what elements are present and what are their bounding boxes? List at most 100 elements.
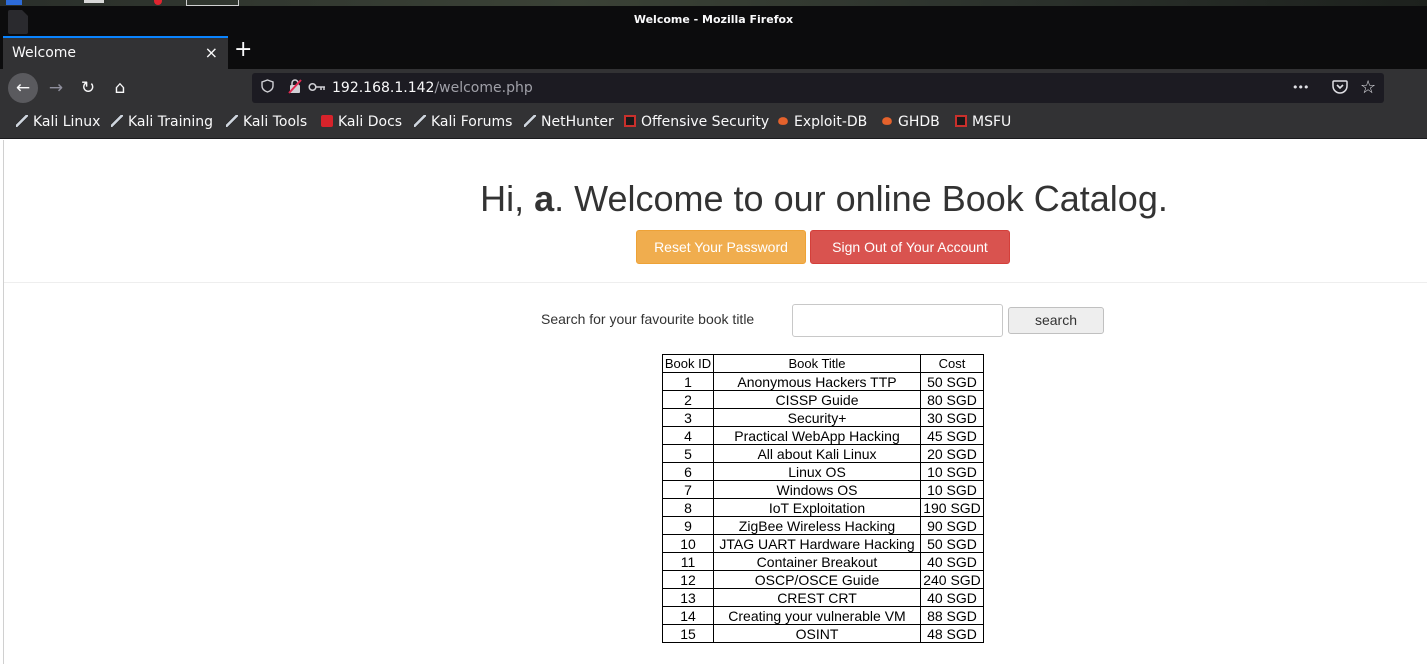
- forward-button[interactable]: →: [41, 73, 71, 103]
- os-app-icon[interactable]: [154, 0, 162, 5]
- book-id-cell: 5: [662, 444, 714, 463]
- os-app-icon[interactable]: [6, 0, 22, 5]
- tab-strip: Welcome × +: [0, 34, 1427, 69]
- table-row: 15 OSINT 48 SGD: [662, 624, 984, 643]
- bookmark-kali-training[interactable]: Kali Training: [111, 114, 213, 130]
- book-cost-cell: 30 SGD: [920, 408, 984, 427]
- bookmark-ghdb[interactable]: GHDB: [881, 114, 940, 130]
- book-id-cell: 3: [662, 408, 714, 427]
- table-row: 7 Windows OS 10 SGD: [662, 480, 984, 499]
- book-cost-cell: 20 SGD: [920, 444, 984, 463]
- book-id-cell: 15: [662, 624, 714, 643]
- table-row: 4 Practical WebApp Hacking 45 SGD: [662, 426, 984, 445]
- insecure-lock-icon[interactable]: [288, 73, 302, 103]
- book-title-cell: Creating your vulnerable VM: [713, 606, 921, 625]
- book-cost-cell: 48 SGD: [920, 624, 984, 643]
- exploitdb-icon: [882, 117, 892, 125]
- book-title-cell: Security+: [713, 408, 921, 427]
- kali-dragon-icon: [524, 115, 536, 127]
- bookmark-offensive-security[interactable]: Offensive Security: [624, 114, 769, 130]
- url-text[interactable]: 192.168.1.142/welcome.php: [332, 80, 533, 96]
- book-title-cell: JTAG UART Hardware Hacking: [713, 534, 921, 553]
- book-id-cell: 2: [662, 390, 714, 409]
- offsec-icon: [955, 115, 967, 127]
- book-cost-cell: 190 SGD: [920, 498, 984, 517]
- table-row: 10 JTAG UART Hardware Hacking 50 SGD: [662, 534, 984, 553]
- book-id-cell: 1: [662, 372, 714, 391]
- page-title: Hi, a. Welcome to our online Book Catalo…: [480, 178, 1168, 219]
- sign-out-button[interactable]: Sign Out of Your Account: [810, 230, 1010, 264]
- table-row: 6 Linux OS 10 SGD: [662, 462, 984, 481]
- bookmark-star-icon[interactable]: ☆: [1360, 73, 1376, 103]
- column-header: Cost: [920, 354, 984, 373]
- kali-dragon-icon: [414, 115, 426, 127]
- table-row: 1 Anonymous Hackers TTP 50 SGD: [662, 372, 984, 391]
- bookmark-kali-forums[interactable]: Kali Forums: [414, 114, 512, 130]
- bookmark-nethunter[interactable]: NetHunter: [524, 114, 614, 130]
- book-id-cell: 8: [662, 498, 714, 517]
- table-row: 2 CISSP Guide 80 SGD: [662, 390, 984, 409]
- table-row: 8 IoT Exploitation 190 SGD: [662, 498, 984, 517]
- table-row: 11 Container Breakout 40 SGD: [662, 552, 984, 571]
- home-button[interactable]: ⌂: [105, 73, 135, 103]
- table-row: 13 CREST CRT 40 SGD: [662, 588, 984, 607]
- book-cost-cell: 240 SGD: [920, 570, 984, 589]
- back-button[interactable]: ←: [8, 73, 38, 103]
- kali-dragon-icon: [226, 115, 238, 127]
- book-title-cell: Windows OS: [713, 480, 921, 499]
- kali-docs-icon: [321, 115, 333, 127]
- bookmark-kali-linux[interactable]: Kali Linux: [16, 114, 100, 130]
- book-id-cell: 4: [662, 426, 714, 445]
- url-path: /welcome.php: [434, 80, 533, 96]
- url-bar[interactable]: 192.168.1.142/welcome.php ••• ☆: [252, 73, 1384, 103]
- kali-dragon-icon: [16, 115, 28, 127]
- book-id-cell: 14: [662, 606, 714, 625]
- book-title-cell: ZigBee Wireless Hacking: [713, 516, 921, 535]
- book-title-cell: Container Breakout: [713, 552, 921, 571]
- bookmarks-toolbar: Kali Linux Kali Training Kali Tools Kali…: [0, 107, 1427, 139]
- book-cost-cell: 50 SGD: [920, 372, 984, 391]
- book-id-cell: 9: [662, 516, 714, 535]
- pocket-icon[interactable]: [1332, 73, 1348, 103]
- page-content: Hi, a. Welcome to our online Book Catalo…: [3, 140, 1427, 664]
- tab-welcome[interactable]: Welcome ×: [3, 36, 228, 69]
- book-cost-cell: 50 SGD: [920, 534, 984, 553]
- book-id-cell: 13: [662, 588, 714, 607]
- book-title-cell: IoT Exploitation: [713, 498, 921, 517]
- book-title-cell: CISSP Guide: [713, 390, 921, 409]
- exploitdb-icon: [778, 117, 788, 125]
- table-row: 9 ZigBee Wireless Hacking 90 SGD: [662, 516, 984, 535]
- book-cost-cell: 88 SGD: [920, 606, 984, 625]
- bookmark-kali-docs[interactable]: Kali Docs: [321, 114, 402, 130]
- book-title-cell: OSINT: [713, 624, 921, 643]
- close-icon[interactable]: ×: [205, 43, 218, 62]
- book-cost-cell: 90 SGD: [920, 516, 984, 535]
- shield-icon[interactable]: [261, 73, 274, 103]
- key-icon[interactable]: [308, 73, 326, 103]
- reload-button[interactable]: ↻: [73, 73, 103, 103]
- column-header: Book ID: [662, 354, 714, 373]
- page-actions-icon[interactable]: •••: [1292, 73, 1309, 103]
- window-titlebar: Welcome - Mozilla Firefox: [0, 6, 1427, 34]
- os-app-icon[interactable]: [84, 0, 104, 3]
- book-cost-cell: 40 SGD: [920, 552, 984, 571]
- book-title-cell: Practical WebApp Hacking: [713, 426, 921, 445]
- bookmark-exploit-db[interactable]: Exploit-DB: [777, 114, 867, 130]
- book-id-cell: 6: [662, 462, 714, 481]
- book-id-cell: 11: [662, 552, 714, 571]
- bookmark-msfu[interactable]: MSFU: [955, 114, 1011, 130]
- book-title-cell: OSCP/OSCE Guide: [713, 570, 921, 589]
- bookmark-kali-tools[interactable]: Kali Tools: [226, 114, 307, 130]
- book-cost-cell: 40 SGD: [920, 588, 984, 607]
- book-id-cell: 12: [662, 570, 714, 589]
- navigation-toolbar: ← → ↻ ⌂ 192.168.1.142/welcome.php ••• ☆: [0, 69, 1427, 107]
- divider: [4, 282, 1427, 283]
- search-input[interactable]: [792, 304, 1003, 337]
- search-button[interactable]: search: [1008, 307, 1104, 334]
- new-tab-button[interactable]: +: [234, 37, 252, 63]
- book-id-cell: 7: [662, 480, 714, 499]
- book-title-cell: Linux OS: [713, 462, 921, 481]
- window-title: Welcome - Mozilla Firefox: [633, 13, 794, 26]
- reset-password-button[interactable]: Reset Your Password: [636, 230, 806, 264]
- book-title-cell: CREST CRT: [713, 588, 921, 607]
